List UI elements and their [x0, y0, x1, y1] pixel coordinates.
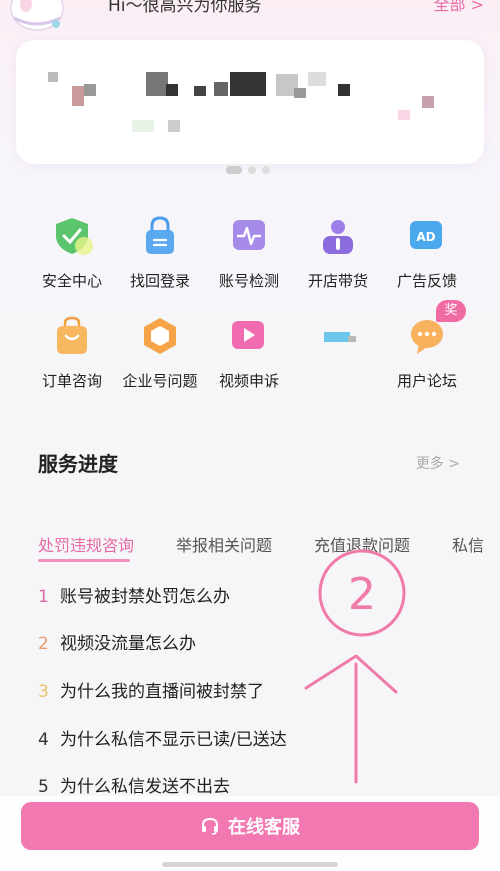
enterprise-logo-icon [144, 318, 176, 354]
cs-button-label: 在线客服 [228, 817, 300, 838]
tab-report[interactable]: 举报相关问题 [176, 532, 272, 556]
blurred-icon [316, 314, 360, 358]
mosaic-block [146, 72, 168, 96]
service-ad-feedback[interactable]: AD 广告反馈 [382, 214, 472, 291]
faq-item[interactable]: 5 为什么私信发送不出去 [38, 772, 230, 797]
active-tab-indicator [38, 559, 130, 562]
annotation-circle [318, 549, 406, 637]
service-label: 账号检测 [218, 272, 279, 290]
service-order-inquiry[interactable]: 订单咨询 [27, 314, 117, 391]
faq-number: 3 [38, 682, 49, 702]
service-progress-title: 服务进度 [38, 452, 118, 476]
banner-carousel[interactable] [16, 40, 484, 164]
mosaic-block [194, 86, 206, 96]
all-services-link[interactable]: 全部 > [434, 0, 485, 15]
mosaic-block [398, 110, 410, 120]
mosaic-block [230, 72, 266, 96]
service-label: 企业号问题 [122, 372, 198, 390]
faq-item[interactable]: 1 账号被封禁处罚怎么办 [38, 582, 230, 607]
service-account-check[interactable]: 账号检测 [204, 214, 294, 291]
mosaic-block [132, 120, 154, 132]
faq-text: 账号被封禁处罚怎么办 [60, 587, 230, 607]
service-label: 开店带货 [307, 272, 368, 290]
mosaic-block [338, 84, 350, 96]
carousel-dot [262, 166, 270, 174]
faq-text: 为什么私信不显示已读/已送达 [60, 730, 287, 750]
service-grid: 安全中心 找回登录 账号检测 开店带货 AD 广告反馈 订单咨询 企业号问题 视… [0, 206, 500, 396]
mosaic-block [84, 84, 96, 96]
service-label: 用户论坛 [396, 372, 457, 390]
faq-item[interactable]: 4 为什么私信不显示已读/已送达 [38, 725, 287, 750]
service-label: 订单咨询 [41, 372, 102, 390]
pulse-monitor-icon [233, 220, 265, 250]
faq-number: 5 [38, 777, 49, 797]
shield-check-icon [56, 218, 93, 255]
mosaic-block [214, 82, 228, 96]
mosaic-block [72, 86, 84, 106]
service-user-forum[interactable]: 用户论坛 奖 [382, 300, 472, 391]
greeting-text: Hi～很高兴为你服务 [108, 0, 262, 16]
service-enterprise[interactable]: 企业号问题 [115, 314, 205, 391]
mosaic-block [294, 88, 306, 98]
faq-text: 为什么我的直播间被封禁了 [60, 682, 264, 702]
carousel-dots [226, 166, 270, 174]
tab-refund[interactable]: 充值退款问题 [314, 532, 410, 556]
faq-number: 1 [38, 587, 49, 607]
service-label: 安全中心 [41, 272, 102, 290]
faq-number: 2 [38, 634, 49, 654]
tab-messages[interactable]: 私信 [452, 532, 484, 556]
faq-item[interactable]: 2 视频没流量怎么办 [38, 629, 196, 654]
faq-text: 视频没流量怎么办 [60, 634, 196, 654]
service-blurred[interactable] [293, 314, 383, 384]
mosaic-block [422, 96, 434, 108]
service-label: 找回登录 [129, 272, 190, 290]
play-icon [232, 321, 264, 349]
service-open-shop[interactable]: 开店带货 [293, 214, 383, 291]
faq-number: 4 [38, 730, 49, 750]
service-recover-login[interactable]: 找回登录 [115, 214, 205, 291]
top-header: Hi～很高兴为你服务 全部 > [0, 0, 500, 31]
annotation-number: 2 [348, 569, 376, 620]
svg-text:AD: AD [416, 230, 435, 244]
tab-penalty[interactable]: 处罚违规咨询 [38, 532, 134, 556]
faq-tabs: 处罚违规咨询 举报相关问题 充值退款问题 私信 [38, 532, 500, 562]
service-video-appeal[interactable]: 视频申诉 [204, 314, 294, 391]
mosaic-block [168, 120, 180, 132]
online-customer-service-button[interactable]: 在线客服 [21, 802, 479, 850]
faq-item[interactable]: 3 为什么我的直播间被封禁了 [38, 677, 264, 702]
service-security-center[interactable]: 安全中心 [27, 214, 117, 291]
faq-text: 为什么私信发送不出去 [60, 777, 230, 797]
mosaic-block [48, 72, 58, 82]
carousel-dot [226, 166, 242, 174]
home-indicator [162, 862, 338, 867]
mosaic-block [308, 72, 326, 86]
annotation-arrow-head [304, 654, 398, 694]
ad-icon: AD [410, 221, 442, 249]
carousel-dot [248, 166, 256, 174]
mascot-icon [10, 0, 64, 31]
service-label: 视频申诉 [218, 372, 279, 390]
more-link[interactable]: 更多 > [416, 453, 460, 473]
headset-icon [202, 817, 218, 835]
reward-badge: 奖 [436, 300, 466, 322]
lock-icon [146, 216, 174, 254]
service-label [293, 366, 383, 384]
shopping-bag-icon [57, 316, 87, 354]
mosaic-block [166, 84, 178, 96]
service-label: 广告反馈 [396, 272, 457, 290]
person-badge-icon [323, 220, 353, 254]
